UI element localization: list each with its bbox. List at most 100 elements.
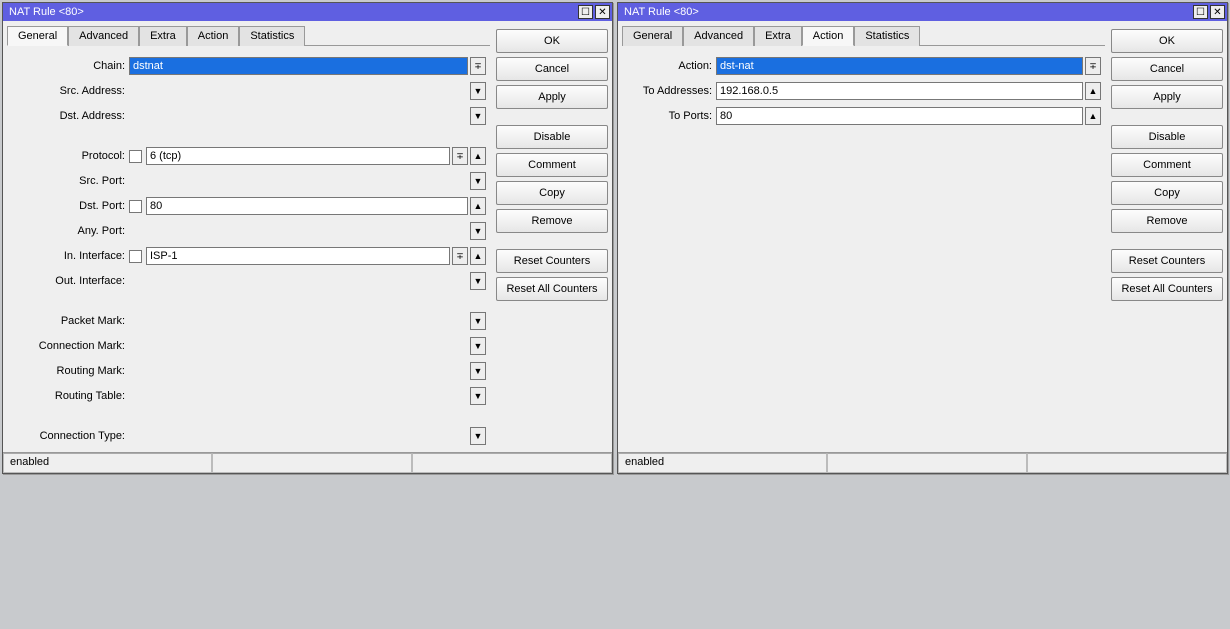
remove-button[interactable]: Remove	[496, 209, 608, 233]
ok-button[interactable]: OK	[1111, 29, 1223, 53]
tab-advanced[interactable]: Advanced	[683, 26, 754, 46]
maximize-icon[interactable]: ☐	[578, 5, 593, 19]
row-packet-mark: Packet Mark: ▼	[9, 311, 488, 331]
dst-port-collapse-icon[interactable]: ▲	[470, 197, 486, 215]
action-input[interactable]: dst-nat	[716, 57, 1083, 75]
reset-all-counters-button[interactable]: Reset All Counters	[496, 277, 608, 301]
protocol-input[interactable]: 6 (tcp)	[146, 147, 450, 165]
any-port-label: Any. Port:	[9, 225, 129, 237]
nat-rule-window-action: NAT Rule <80> ☐ ✕ General Advanced Extra…	[617, 2, 1228, 474]
in-interface-label: In. Interface:	[9, 250, 129, 262]
row-routing-table: Routing Table: ▼	[9, 386, 488, 406]
tab-general[interactable]: General	[622, 26, 683, 46]
src-address-label: Src. Address:	[9, 85, 129, 97]
dst-port-input[interactable]: 80	[146, 197, 468, 215]
row-out-interface: Out. Interface: ▼	[9, 271, 488, 291]
protocol-invert-checkbox[interactable]	[129, 150, 142, 163]
row-src-address: Src. Address: ▼	[9, 81, 488, 101]
titlebar[interactable]: NAT Rule <80> ☐ ✕	[3, 3, 612, 21]
tab-statistics[interactable]: Statistics	[239, 26, 305, 46]
routing-mark-expand-icon[interactable]: ▼	[470, 362, 486, 380]
row-protocol: Protocol: 6 (tcp) ∓ ▲	[9, 146, 488, 166]
dst-address-expand-icon[interactable]: ▼	[470, 107, 486, 125]
reset-counters-button[interactable]: Reset Counters	[1111, 249, 1223, 273]
row-action: Action: dst-nat ∓	[624, 56, 1103, 76]
close-icon[interactable]: ✕	[595, 5, 610, 19]
protocol-collapse-icon[interactable]: ▲	[470, 147, 486, 165]
action-button-panel: OK Cancel Apply Disable Comment Copy Rem…	[1111, 25, 1223, 448]
reset-all-counters-button[interactable]: Reset All Counters	[1111, 277, 1223, 301]
src-port-label: Src. Port:	[9, 175, 129, 187]
out-interface-expand-icon[interactable]: ▼	[470, 272, 486, 290]
statusbar: enabled	[618, 452, 1227, 473]
any-port-expand-icon[interactable]: ▼	[470, 222, 486, 240]
tab-general[interactable]: General	[7, 26, 68, 46]
cancel-button[interactable]: Cancel	[496, 57, 608, 81]
apply-button[interactable]: Apply	[1111, 85, 1223, 109]
tab-extra[interactable]: Extra	[139, 26, 187, 46]
in-interface-collapse-icon[interactable]: ▲	[470, 247, 486, 265]
copy-button[interactable]: Copy	[496, 181, 608, 205]
row-to-ports: To Ports: 80 ▲	[624, 106, 1103, 126]
routing-mark-label: Routing Mark:	[9, 365, 129, 377]
window-title: NAT Rule <80>	[9, 6, 576, 18]
status-cell-2	[212, 453, 412, 473]
window-title: NAT Rule <80>	[624, 6, 1191, 18]
maximize-icon[interactable]: ☐	[1193, 5, 1208, 19]
tab-action[interactable]: Action	[802, 26, 855, 46]
row-connection-mark: Connection Mark: ▼	[9, 336, 488, 356]
in-interface-input[interactable]: ISP-1	[146, 247, 450, 265]
to-ports-collapse-icon[interactable]: ▲	[1085, 107, 1101, 125]
nat-rule-window-general: NAT Rule <80> ☐ ✕ General Advanced Extra…	[2, 2, 613, 474]
tabs: General Advanced Extra Action Statistics	[622, 25, 1105, 46]
to-addresses-input[interactable]: 192.168.0.5	[716, 82, 1083, 100]
action-label: Action:	[624, 60, 716, 72]
routing-table-expand-icon[interactable]: ▼	[470, 387, 486, 405]
to-ports-input[interactable]: 80	[716, 107, 1083, 125]
chain-dropdown-icon[interactable]: ∓	[470, 57, 486, 75]
row-dst-port: Dst. Port: 80 ▲	[9, 196, 488, 216]
src-port-expand-icon[interactable]: ▼	[470, 172, 486, 190]
row-connection-type: Connection Type: ▼	[9, 426, 488, 446]
copy-button[interactable]: Copy	[1111, 181, 1223, 205]
protocol-dropdown-icon[interactable]: ∓	[452, 147, 468, 165]
row-any-port: Any. Port: ▼	[9, 221, 488, 241]
remove-button[interactable]: Remove	[1111, 209, 1223, 233]
tab-statistics[interactable]: Statistics	[854, 26, 920, 46]
out-interface-label: Out. Interface:	[9, 275, 129, 287]
tab-advanced[interactable]: Advanced	[68, 26, 139, 46]
connection-mark-expand-icon[interactable]: ▼	[470, 337, 486, 355]
connection-type-label: Connection Type:	[9, 430, 129, 442]
to-addresses-collapse-icon[interactable]: ▲	[1085, 82, 1101, 100]
action-dropdown-icon[interactable]: ∓	[1085, 57, 1101, 75]
chain-input[interactable]: dstnat	[129, 57, 468, 75]
row-routing-mark: Routing Mark: ▼	[9, 361, 488, 381]
dst-port-label: Dst. Port:	[9, 200, 129, 212]
comment-button[interactable]: Comment	[496, 153, 608, 177]
disable-button[interactable]: Disable	[496, 125, 608, 149]
status-cell-3	[412, 453, 612, 473]
tab-extra[interactable]: Extra	[754, 26, 802, 46]
statusbar: enabled	[3, 452, 612, 473]
dst-port-invert-checkbox[interactable]	[129, 200, 142, 213]
titlebar[interactable]: NAT Rule <80> ☐ ✕	[618, 3, 1227, 21]
in-interface-dropdown-icon[interactable]: ∓	[452, 247, 468, 265]
row-src-port: Src. Port: ▼	[9, 171, 488, 191]
tab-action[interactable]: Action	[187, 26, 240, 46]
reset-counters-button[interactable]: Reset Counters	[496, 249, 608, 273]
packet-mark-expand-icon[interactable]: ▼	[470, 312, 486, 330]
routing-table-label: Routing Table:	[9, 390, 129, 402]
close-icon[interactable]: ✕	[1210, 5, 1225, 19]
status-cell-2	[827, 453, 1027, 473]
in-interface-invert-checkbox[interactable]	[129, 250, 142, 263]
to-ports-label: To Ports:	[624, 110, 716, 122]
apply-button[interactable]: Apply	[496, 85, 608, 109]
dst-address-label: Dst. Address:	[9, 110, 129, 122]
ok-button[interactable]: OK	[496, 29, 608, 53]
connection-type-expand-icon[interactable]: ▼	[470, 427, 486, 445]
row-in-interface: In. Interface: ISP-1 ∓ ▲	[9, 246, 488, 266]
src-address-expand-icon[interactable]: ▼	[470, 82, 486, 100]
disable-button[interactable]: Disable	[1111, 125, 1223, 149]
cancel-button[interactable]: Cancel	[1111, 57, 1223, 81]
comment-button[interactable]: Comment	[1111, 153, 1223, 177]
